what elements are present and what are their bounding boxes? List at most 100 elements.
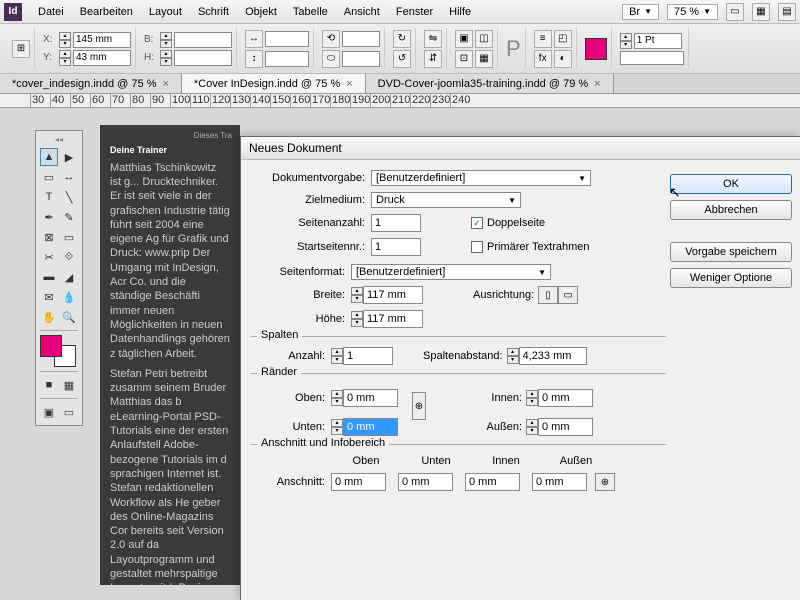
menu-hilfe[interactable]: Hilfe <box>441 3 479 21</box>
shear-icon[interactable]: ⬭ <box>322 50 340 68</box>
view-options-icon[interactable]: ▭ <box>726 3 744 21</box>
menu-ansicht[interactable]: Ansicht <box>336 3 388 21</box>
col-spinner[interactable]: ▴▾ <box>331 348 343 364</box>
opacity-icon[interactable]: ◐ <box>554 50 572 68</box>
menu-tabelle[interactable]: Tabelle <box>285 3 336 21</box>
b-top-input[interactable] <box>331 473 386 491</box>
rotate-icon[interactable]: ⟲ <box>322 30 340 48</box>
fill-swatch[interactable] <box>585 38 607 60</box>
b-inside-input[interactable] <box>465 473 520 491</box>
scale-x-icon[interactable]: ↔ <box>245 30 263 48</box>
rotate-cw-icon[interactable]: ↻ <box>393 30 411 48</box>
menu-layout[interactable]: Layout <box>141 3 190 21</box>
arrange-icon[interactable]: ▤ <box>778 3 796 21</box>
m-outside-spinner[interactable]: ▴▾ <box>526 419 538 435</box>
fit-icon[interactable]: ◫ <box>475 30 493 48</box>
start-input[interactable] <box>371 238 421 256</box>
m-top-spinner[interactable]: ▴▾ <box>331 390 343 406</box>
m-inside-spinner[interactable]: ▴▾ <box>526 390 538 406</box>
note-tool[interactable]: ✉ <box>40 288 58 306</box>
gap-tool[interactable]: ↔ <box>60 168 78 186</box>
link-bleed-icon[interactable]: ⊕ <box>595 473 615 491</box>
direct-selection-tool[interactable]: ▶ <box>60 148 78 166</box>
b-outside-input[interactable] <box>532 473 587 491</box>
m-bottom-input[interactable] <box>343 418 398 436</box>
save-preset-button[interactable]: Vorgabe speichern <box>670 242 792 262</box>
rectangle-frame-tool[interactable]: ⊠ <box>40 228 58 246</box>
h-input[interactable] <box>174 50 232 66</box>
stroke-input[interactable] <box>634 33 682 49</box>
gutter-spinner[interactable]: ▴▾ <box>507 348 519 364</box>
primary-tf-checkbox[interactable] <box>471 241 483 253</box>
facing-checkbox[interactable]: ✓ <box>471 217 483 229</box>
menu-datei[interactable]: Datei <box>30 3 72 21</box>
ok-button[interactable]: OK <box>670 174 792 194</box>
preview-view-icon[interactable]: ▭ <box>60 403 78 421</box>
flip-v-icon[interactable]: ⇵ <box>424 50 442 68</box>
tab-0[interactable]: *cover_indesign.indd @ 75 %× <box>0 74 182 93</box>
close-icon[interactable]: × <box>346 78 352 90</box>
tab-1[interactable]: *Cover InDesign.indd @ 75 %× <box>182 74 366 93</box>
type-tool[interactable]: T <box>40 188 58 206</box>
line-tool[interactable]: ╲ <box>60 188 78 206</box>
width-input[interactable] <box>363 286 423 304</box>
scale-x-input[interactable] <box>265 31 309 47</box>
tab-2[interactable]: DVD-Cover-joomla35-training.indd @ 79 %× <box>366 74 614 93</box>
portrait-icon[interactable]: ▯ <box>538 286 558 304</box>
selection-tool[interactable]: ▲ <box>40 148 58 166</box>
link-margins-icon[interactable]: ⊕ <box>412 392 426 420</box>
h-spinner[interactable]: ▴▾ <box>160 50 172 66</box>
fill-stroke-swatch[interactable] <box>40 335 76 367</box>
col-input[interactable] <box>343 347 393 365</box>
corner-icon[interactable]: ◰ <box>554 30 572 48</box>
close-icon[interactable]: × <box>594 78 600 90</box>
fill-icon[interactable]: ▦ <box>475 50 493 68</box>
gutter-input[interactable] <box>519 347 587 365</box>
menu-schrift[interactable]: Schrift <box>190 3 237 21</box>
scissors-tool[interactable]: ✂ <box>40 248 58 266</box>
flip-h-icon[interactable]: ⇋ <box>424 30 442 48</box>
height-spinner[interactable]: ▴▾ <box>351 311 363 327</box>
rotate-ccw-icon[interactable]: ↺ <box>393 50 411 68</box>
eyedropper-tool[interactable]: 💧 <box>60 288 78 306</box>
rectangle-tool[interactable]: ▭ <box>60 228 78 246</box>
wrap-icon[interactable]: ≡ <box>534 30 552 48</box>
preset-dropdown[interactable]: [Benutzerdefiniert]▼ <box>371 170 591 186</box>
b-bottom-input[interactable] <box>398 473 453 491</box>
intent-dropdown[interactable]: Druck▼ <box>371 192 521 208</box>
height-input[interactable] <box>363 310 423 328</box>
screen-mode-icon[interactable]: ▦ <box>752 3 770 21</box>
cancel-button[interactable]: Abbrechen <box>670 200 792 220</box>
y-input[interactable] <box>73 50 131 66</box>
rotate-input[interactable] <box>342 31 380 47</box>
menu-fenster[interactable]: Fenster <box>388 3 441 21</box>
pages-input[interactable] <box>371 214 421 232</box>
m-top-input[interactable] <box>343 389 398 407</box>
stroke-spinner[interactable]: ▴▾ <box>620 33 632 49</box>
pen-tool[interactable]: ✒ <box>40 208 58 226</box>
page-tool[interactable]: ▭ <box>40 168 58 186</box>
free-transform-tool[interactable]: ⟐ <box>60 248 78 266</box>
page-size-dropdown[interactable]: [Benutzerdefiniert]▼ <box>351 264 551 280</box>
y-spinner[interactable]: ▴▾ <box>59 50 71 66</box>
gradient-feather-tool[interactable]: ◢ <box>60 268 78 286</box>
apply-color-icon[interactable]: ■ <box>40 376 58 394</box>
x-spinner[interactable]: ▴▾ <box>59 32 71 48</box>
w-spinner[interactable]: ▴▾ <box>160 32 172 48</box>
fewer-options-button[interactable]: Weniger Optione <box>670 268 792 288</box>
center-icon[interactable]: ⊡ <box>455 50 473 68</box>
menu-bearbeiten[interactable]: Bearbeiten <box>72 3 141 21</box>
content-icon[interactable]: ▣ <box>455 30 473 48</box>
shear-input[interactable] <box>342 51 380 67</box>
ref-point-icon[interactable]: ⊞ <box>12 40 30 58</box>
normal-view-icon[interactable]: ▣ <box>40 403 58 421</box>
x-input[interactable] <box>73 32 131 48</box>
zoom-dropdown[interactable]: 75 %▼ <box>667 4 718 20</box>
width-spinner[interactable]: ▴▾ <box>351 287 363 303</box>
gradient-swatch-tool[interactable]: ▬ <box>40 268 58 286</box>
scale-y-input[interactable] <box>265 51 309 67</box>
apply-gradient-icon[interactable]: ▦ <box>60 376 78 394</box>
landscape-icon[interactable]: ▭ <box>558 286 578 304</box>
m-inside-input[interactable] <box>538 389 593 407</box>
menu-objekt[interactable]: Objekt <box>237 3 285 21</box>
